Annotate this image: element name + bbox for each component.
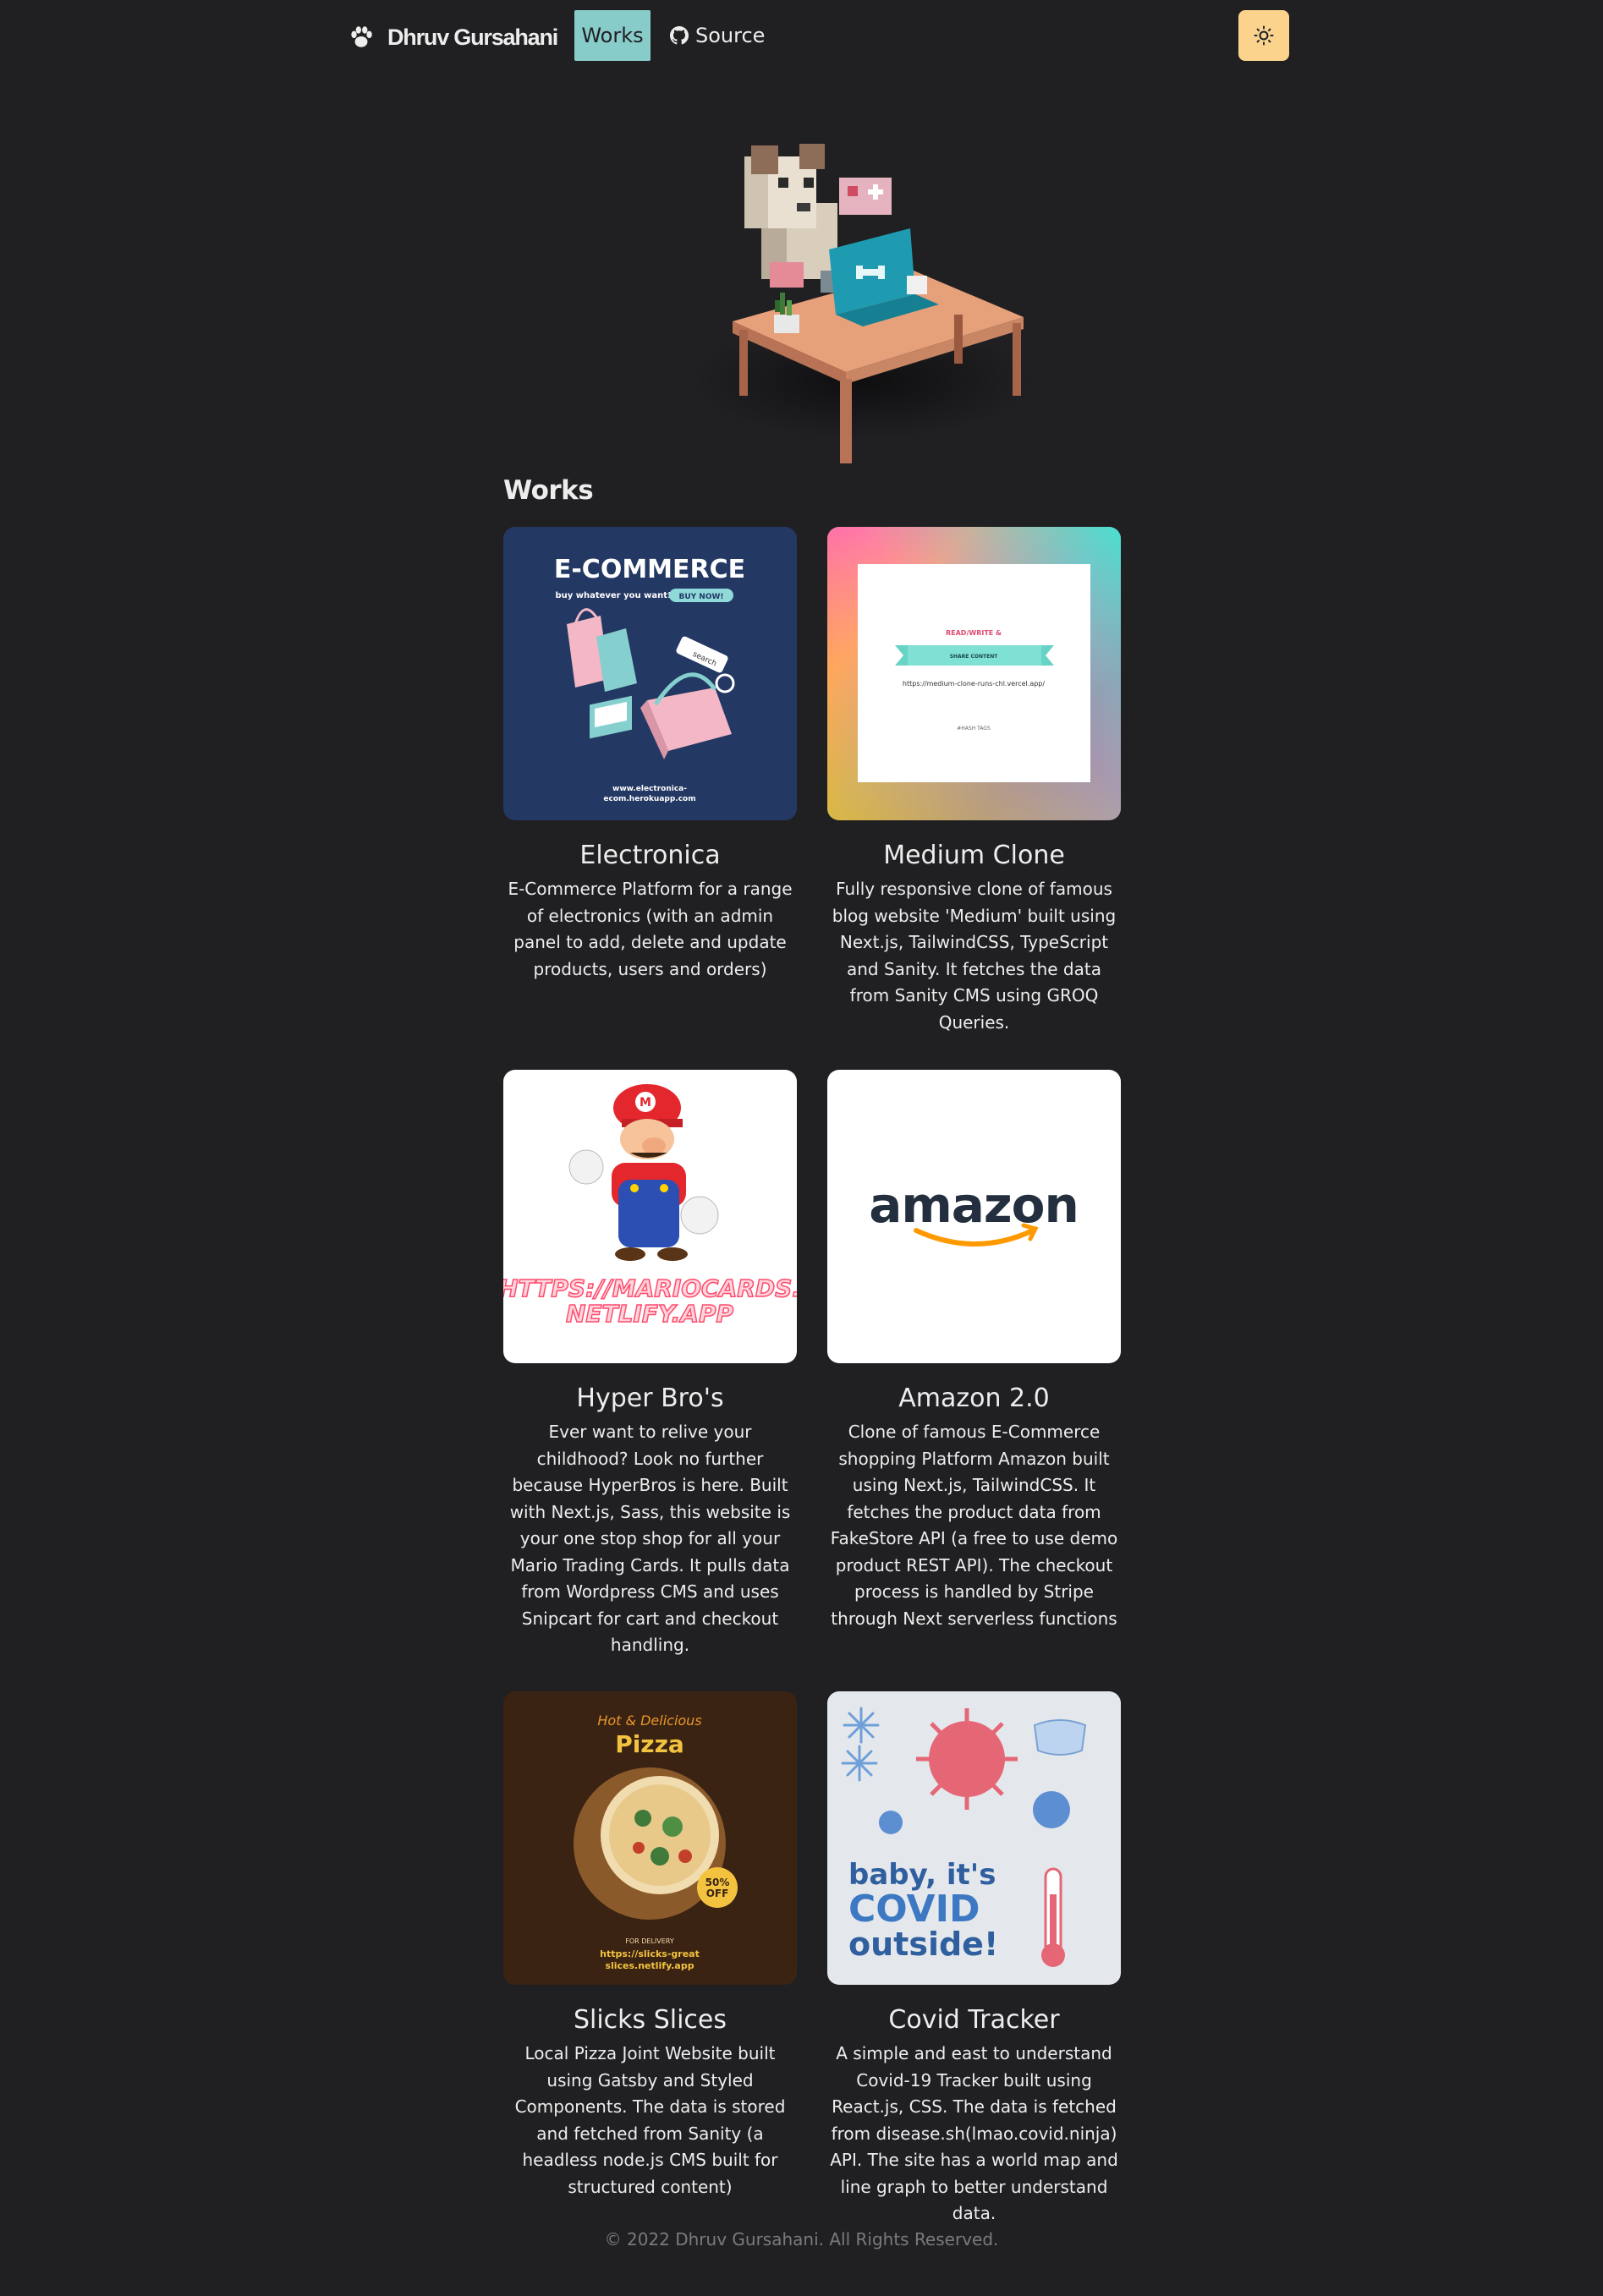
work-card-electronica[interactable]: E-COMMERCE buy whatever you want! BUY NO… — [503, 527, 797, 983]
navbar: Dhruv Gursahani Works Source — [0, 0, 1603, 73]
svg-text:READ/WRITE &: READ/WRITE & — [946, 629, 1002, 637]
work-thumbnail[interactable]: READ/WRITE & SHARE CONTENT https://mediu… — [827, 527, 1121, 820]
sun-icon — [1254, 25, 1274, 46]
work-thumbnail[interactable]: Hot & Delicious Pizza 50% OFF FOR DELIVE… — [503, 1691, 797, 1985]
work-description: Clone of famous E-Commerce shopping Plat… — [830, 1422, 1118, 1629]
work-description: Fully responsive clone of famous blog we… — [832, 879, 1117, 1033]
svg-text:BUY NOW!: BUY NOW! — [678, 593, 723, 601]
svg-text:https://medium-clone-runs-chl.: https://medium-clone-runs-chl.vercel.app… — [903, 680, 1045, 688]
theme-toggle-button[interactable] — [1238, 10, 1289, 61]
work-card-covid-tracker[interactable]: baby, it's COVID outside! Covid Tracker … — [827, 1691, 1121, 2228]
work-thumbnail[interactable]: M HTTPS://MARIOCARDS. NETLIFY.APP — [503, 1070, 797, 1363]
svg-text:outside!: outside! — [848, 1926, 998, 1963]
svg-text:SHARE CONTENT: SHARE CONTENT — [950, 654, 999, 660]
svg-text:FOR DELIVERY: FOR DELIVERY — [625, 1937, 674, 1945]
svg-text:amazon: amazon — [869, 1176, 1079, 1234]
paw-icon — [351, 26, 372, 47]
svg-text:OFF: OFF — [706, 1888, 729, 1899]
work-card-hyper-bros[interactable]: M HTTPS://MARIOCARDS. NETLIFY.APP Hyper … — [503, 1070, 797, 1659]
work-title[interactable]: Slicks Slices — [503, 2005, 797, 2036]
section-title-works: Works — [503, 475, 594, 506]
work-description: A simple and east to understand Covid-19… — [830, 2043, 1118, 2223]
svg-text:COVID: COVID — [848, 1888, 980, 1931]
svg-text:M: M — [640, 1096, 651, 1110]
svg-text:https://slicks-great: https://slicks-great — [600, 1948, 700, 1959]
svg-text:slices.netlify.app: slices.netlify.app — [605, 1960, 694, 1971]
work-title[interactable]: Medium Clone — [827, 841, 1121, 871]
svg-text:www.electronica-: www.electronica- — [612, 785, 687, 793]
svg-text:Hot & Delicious: Hot & Delicious — [597, 1712, 701, 1729]
work-description: Ever want to relive your childhood? Look… — [509, 1422, 791, 1655]
svg-text:50%: 50% — [705, 1877, 730, 1888]
svg-text:ecom.herokuapp.com: ecom.herokuapp.com — [603, 795, 695, 803]
brand-name: Dhruv Gursahani — [387, 24, 558, 50]
brand-logo[interactable]: Dhruv Gursahani — [347, 19, 558, 56]
svg-text:buy whatever you want!: buy whatever you want! — [555, 591, 671, 600]
work-card-medium-clone[interactable]: READ/WRITE & SHARE CONTENT https://mediu… — [827, 527, 1121, 1036]
nav-link-works[interactable]: Works — [574, 10, 651, 61]
footer-copyright: © 2022 Dhruv Gursahani. All Rights Reser… — [604, 2229, 999, 2249]
work-description: Local Pizza Joint Website built using Ga… — [514, 2043, 786, 2197]
work-title[interactable]: Covid Tracker — [827, 2005, 1121, 2036]
work-title[interactable]: Hyper Bro's — [503, 1384, 797, 1414]
svg-text:baby, it's: baby, it's — [848, 1858, 996, 1892]
work-thumbnail[interactable]: baby, it's COVID outside! — [827, 1691, 1121, 1985]
svg-text:NETLIFY.APP: NETLIFY.APP — [566, 1300, 734, 1328]
svg-text:E-COMMERCE: E-COMMERCE — [554, 555, 745, 584]
work-title[interactable]: Electronica — [503, 841, 797, 871]
work-title[interactable]: Amazon 2.0 — [827, 1384, 1121, 1414]
svg-text:#HASH TAGS: #HASH TAGS — [957, 726, 991, 732]
nav-link-source[interactable]: Source — [670, 10, 765, 61]
svg-text:Pizza: Pizza — [615, 1730, 684, 1758]
hero-voxel-dog-illustration — [694, 144, 1032, 463]
work-thumbnail[interactable]: E-COMMERCE buy whatever you want! BUY NO… — [503, 527, 797, 820]
work-description: E-Commerce Platform for a range of elect… — [508, 879, 793, 979]
nav-source-label: Source — [695, 24, 766, 47]
work-card-amazon[interactable]: amazon Amazon 2.0 Clone of famous E-Comm… — [827, 1070, 1121, 1632]
svg-text:HTTPS://MARIOCARDS.: HTTPS://MARIOCARDS. — [503, 1274, 797, 1302]
github-icon — [670, 26, 689, 45]
work-card-slicks-slices[interactable]: Hot & Delicious Pizza 50% OFF FOR DELIVE… — [503, 1691, 797, 2200]
work-thumbnail[interactable]: amazon — [827, 1070, 1121, 1363]
